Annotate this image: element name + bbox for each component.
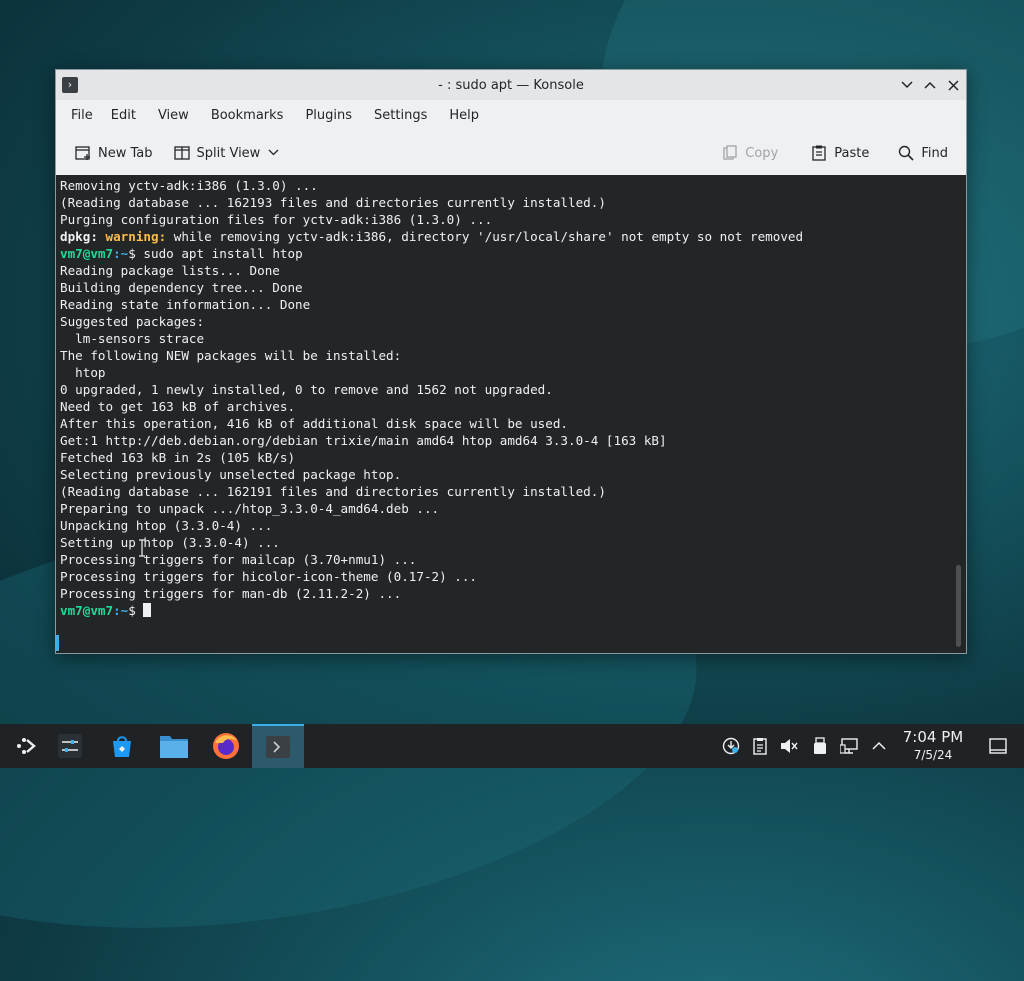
text-cursor (143, 603, 152, 617)
updates-icon[interactable] (721, 736, 741, 756)
chevron-down-icon[interactable] (268, 148, 285, 159)
volume-muted-icon[interactable] (779, 736, 799, 756)
terminal-line: Building dependency tree... Done (60, 280, 303, 295)
find-button[interactable]: Find (891, 140, 954, 166)
window-title: - : sudo apt — Konsole (438, 77, 584, 93)
terminal-line: Preparing to unpack .../htop_3.3.0-4_amd… (60, 501, 440, 516)
terminal-line: Processing triggers for man-db (2.11.2-2… (60, 586, 402, 601)
new-tab-button[interactable]: New Tab (68, 140, 159, 166)
menu-settings[interactable]: Settings (369, 104, 432, 127)
mouse-ibeam-icon (138, 539, 145, 557)
menu-edit[interactable]: Edit (106, 104, 141, 127)
discover-store-icon[interactable] (96, 724, 148, 768)
system-settings-icon[interactable] (44, 724, 96, 768)
title-bar[interactable]: › - : sudo apt — Konsole (56, 70, 966, 100)
search-icon (899, 145, 914, 161)
paste-label: Paste (834, 145, 870, 161)
prompt-line: vm7@vm7:~$ sudo apt install htop (60, 245, 950, 262)
dpkg-label: dpkg: (60, 229, 98, 244)
clock-date: 7/5/24 (913, 748, 953, 762)
konsole-window: › - : sudo apt — Konsole File Edit View … (55, 69, 967, 654)
new-tab-icon (75, 146, 90, 160)
copy-button[interactable]: Copy (715, 140, 784, 166)
copy-label: Copy (745, 145, 779, 161)
terminal-line: Processing triggers for mailcap (3.70+nm… (60, 552, 417, 567)
prompt-path: :~ (113, 603, 129, 618)
paste-icon (812, 145, 826, 161)
terminal-line: htop (60, 365, 106, 380)
find-label: Find (921, 145, 948, 161)
menu-view[interactable]: View (153, 104, 194, 127)
terminal-line: Selecting previously unselected package … (60, 467, 402, 482)
clock-time: 7:04 PM (902, 728, 964, 746)
paste-button[interactable]: Paste (804, 140, 875, 166)
warning-label: warning: (105, 229, 167, 244)
firefox-icon[interactable] (200, 724, 252, 768)
minimize-icon[interactable] (898, 76, 916, 94)
terminal-line: Need to get 163 kB of archives. (60, 399, 296, 414)
terminal-view[interactable]: Removing yctv-adk:i386 (1.3.0) ... (Read… (56, 175, 966, 653)
clipboard-icon[interactable] (750, 736, 770, 756)
terminal-line: After this operation, 416 kB of addition… (60, 416, 568, 431)
terminal-line: Removing yctv-adk:i386 (1.3.0) ... (60, 178, 318, 193)
command-text: sudo apt install htop (143, 246, 303, 261)
usb-device-icon[interactable] (810, 736, 830, 756)
terminal-line: Get:1 http://deb.debian.org/debian trixi… (60, 433, 667, 448)
terminal-line: Purging configuration files for yctv-adk… (60, 212, 493, 227)
copy-icon (723, 145, 737, 160)
terminal-line: dpkg: warning: while removing yctv-adk:i… (60, 228, 950, 245)
prompt-user: vm7@vm7 (60, 603, 114, 618)
split-view-icon (173, 146, 190, 160)
show-desktop-icon[interactable] (988, 736, 1008, 756)
prompt-user: vm7@vm7 (60, 246, 114, 261)
toolbar: New Tab Split View Copy Paste Find (56, 134, 966, 172)
konsole-icon[interactable] (252, 724, 304, 768)
menu-help[interactable]: Help (444, 104, 484, 127)
clock[interactable]: 7:04 PM 7/5/24 (898, 728, 968, 763)
terminal-line: lm-sensors strace (60, 331, 205, 346)
file-manager-icon[interactable] (148, 724, 200, 768)
menu-file[interactable]: File (66, 104, 98, 127)
maximize-icon[interactable] (921, 76, 939, 94)
terminal-line: Suggested packages: (60, 314, 205, 329)
show-hidden-icon[interactable] (869, 736, 889, 756)
konsole-app-icon[interactable]: › (62, 77, 78, 93)
terminal-line: Fetched 163 kB in 2s (105 kB/s) (60, 450, 296, 465)
terminal-line: The following NEW packages will be insta… (60, 348, 402, 363)
network-icon[interactable] (840, 736, 860, 756)
terminal-line: Reading package lists... Done (60, 263, 280, 278)
menu-bar: File Edit View Bookmarks Plugins Setting… (56, 100, 966, 130)
line-marker (56, 635, 59, 651)
prompt-symbol: $ (128, 603, 144, 618)
menu-plugins[interactable]: Plugins (300, 104, 357, 127)
menu-bookmarks[interactable]: Bookmarks (206, 104, 289, 127)
terminal-line: 0 upgraded, 1 newly installed, 0 to remo… (60, 382, 553, 397)
terminal-line: Unpacking htop (3.3.0-4) ... (60, 518, 273, 533)
terminal-output: Removing yctv-adk:i386 (1.3.0) ... (Read… (60, 177, 950, 619)
taskbar: 7:04 PM 7/5/24 (0, 724, 1024, 768)
prompt-line: vm7@vm7:~$ (60, 602, 950, 619)
warning-text: while removing yctv-adk:i386, directory … (166, 229, 804, 244)
terminal-line: Reading state information... Done (60, 297, 311, 312)
new-tab-label: New Tab (98, 145, 153, 161)
prompt-path: :~ (113, 246, 129, 261)
split-view-label: Split View (196, 145, 261, 161)
prompt-symbol: $ (128, 246, 144, 261)
split-view-button[interactable]: Split View (167, 140, 292, 166)
terminal-line: Setting up htop (3.3.0-4) ... (60, 535, 280, 550)
terminal-line: (Reading database ... 162191 files and d… (60, 484, 606, 499)
close-icon[interactable] (944, 76, 962, 94)
scrollbar[interactable] (956, 565, 961, 647)
terminal-line: Processing triggers for hicolor-icon-the… (60, 569, 478, 584)
terminal-line: (Reading database ... 162193 files and d… (60, 195, 606, 210)
